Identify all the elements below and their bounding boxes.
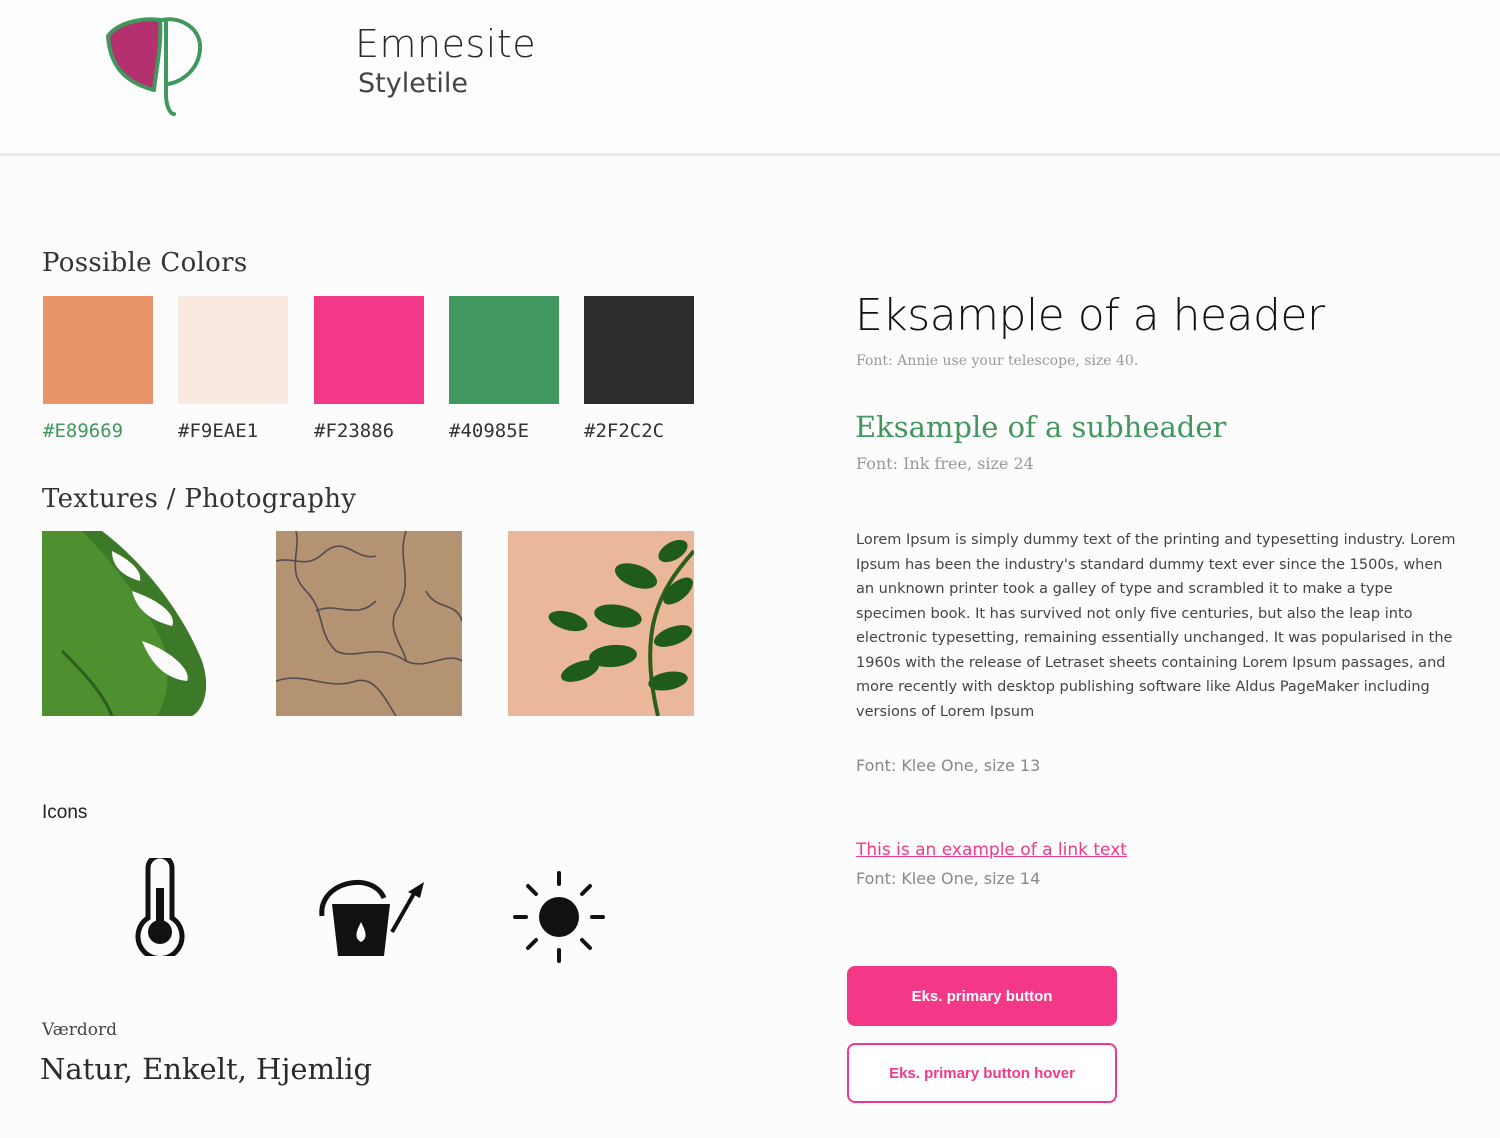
values-label: Værdord — [42, 1020, 117, 1040]
textures-section-title: Textures / Photography — [42, 484, 357, 514]
color-swatch — [178, 296, 288, 404]
color-label: #F23886 — [314, 420, 395, 442]
colors-section-title: Possible Colors — [42, 248, 248, 278]
subheader-font-note: Font: Ink free, size 24 — [856, 454, 1034, 473]
link-font-note: Font: Klee One, size 14 — [856, 869, 1041, 888]
sun-icon — [513, 871, 605, 963]
example-link[interactable]: This is an example of a link text — [856, 840, 1127, 860]
site-title: Emnesite — [355, 22, 537, 66]
primary-button-hover[interactable]: Eks. primary button hover — [847, 1043, 1117, 1103]
body-font-note: Font: Klee One, size 13 — [856, 756, 1041, 775]
watering-can-icon — [319, 879, 424, 956]
values-text: Natur, Enkelt, Hjemlig — [40, 1052, 373, 1086]
color-label: #F9EAE1 — [178, 420, 259, 442]
thermometer-icon — [135, 858, 185, 956]
zz-plant-on-peach-photo — [508, 531, 694, 716]
cracked-earth-photo — [276, 531, 462, 716]
icons-section-title: Icons — [42, 802, 88, 823]
color-swatch — [314, 296, 424, 404]
example-subheader: Eksample of a subheader — [855, 410, 1227, 444]
color-swatch — [43, 296, 153, 404]
color-label: #40985E — [449, 420, 530, 442]
top-bar: Emnesite Styletile — [0, 0, 1500, 156]
example-header: Eksample of a header — [855, 290, 1325, 341]
color-label: #2F2C2C — [584, 420, 665, 442]
body-text-sample: Lorem Ipsum is simply dummy text of the … — [856, 532, 1456, 720]
leaf-logo-icon — [106, 17, 203, 116]
monstera-leaf-photo — [42, 531, 228, 716]
color-label: #E89669 — [43, 420, 124, 442]
color-swatch — [584, 296, 694, 404]
color-swatch — [449, 296, 559, 404]
site-subtitle: Styletile — [358, 68, 469, 99]
primary-button[interactable]: Eks. primary button — [847, 966, 1117, 1026]
header-font-note: Font: Annie use your telescope, size 40. — [856, 353, 1139, 369]
